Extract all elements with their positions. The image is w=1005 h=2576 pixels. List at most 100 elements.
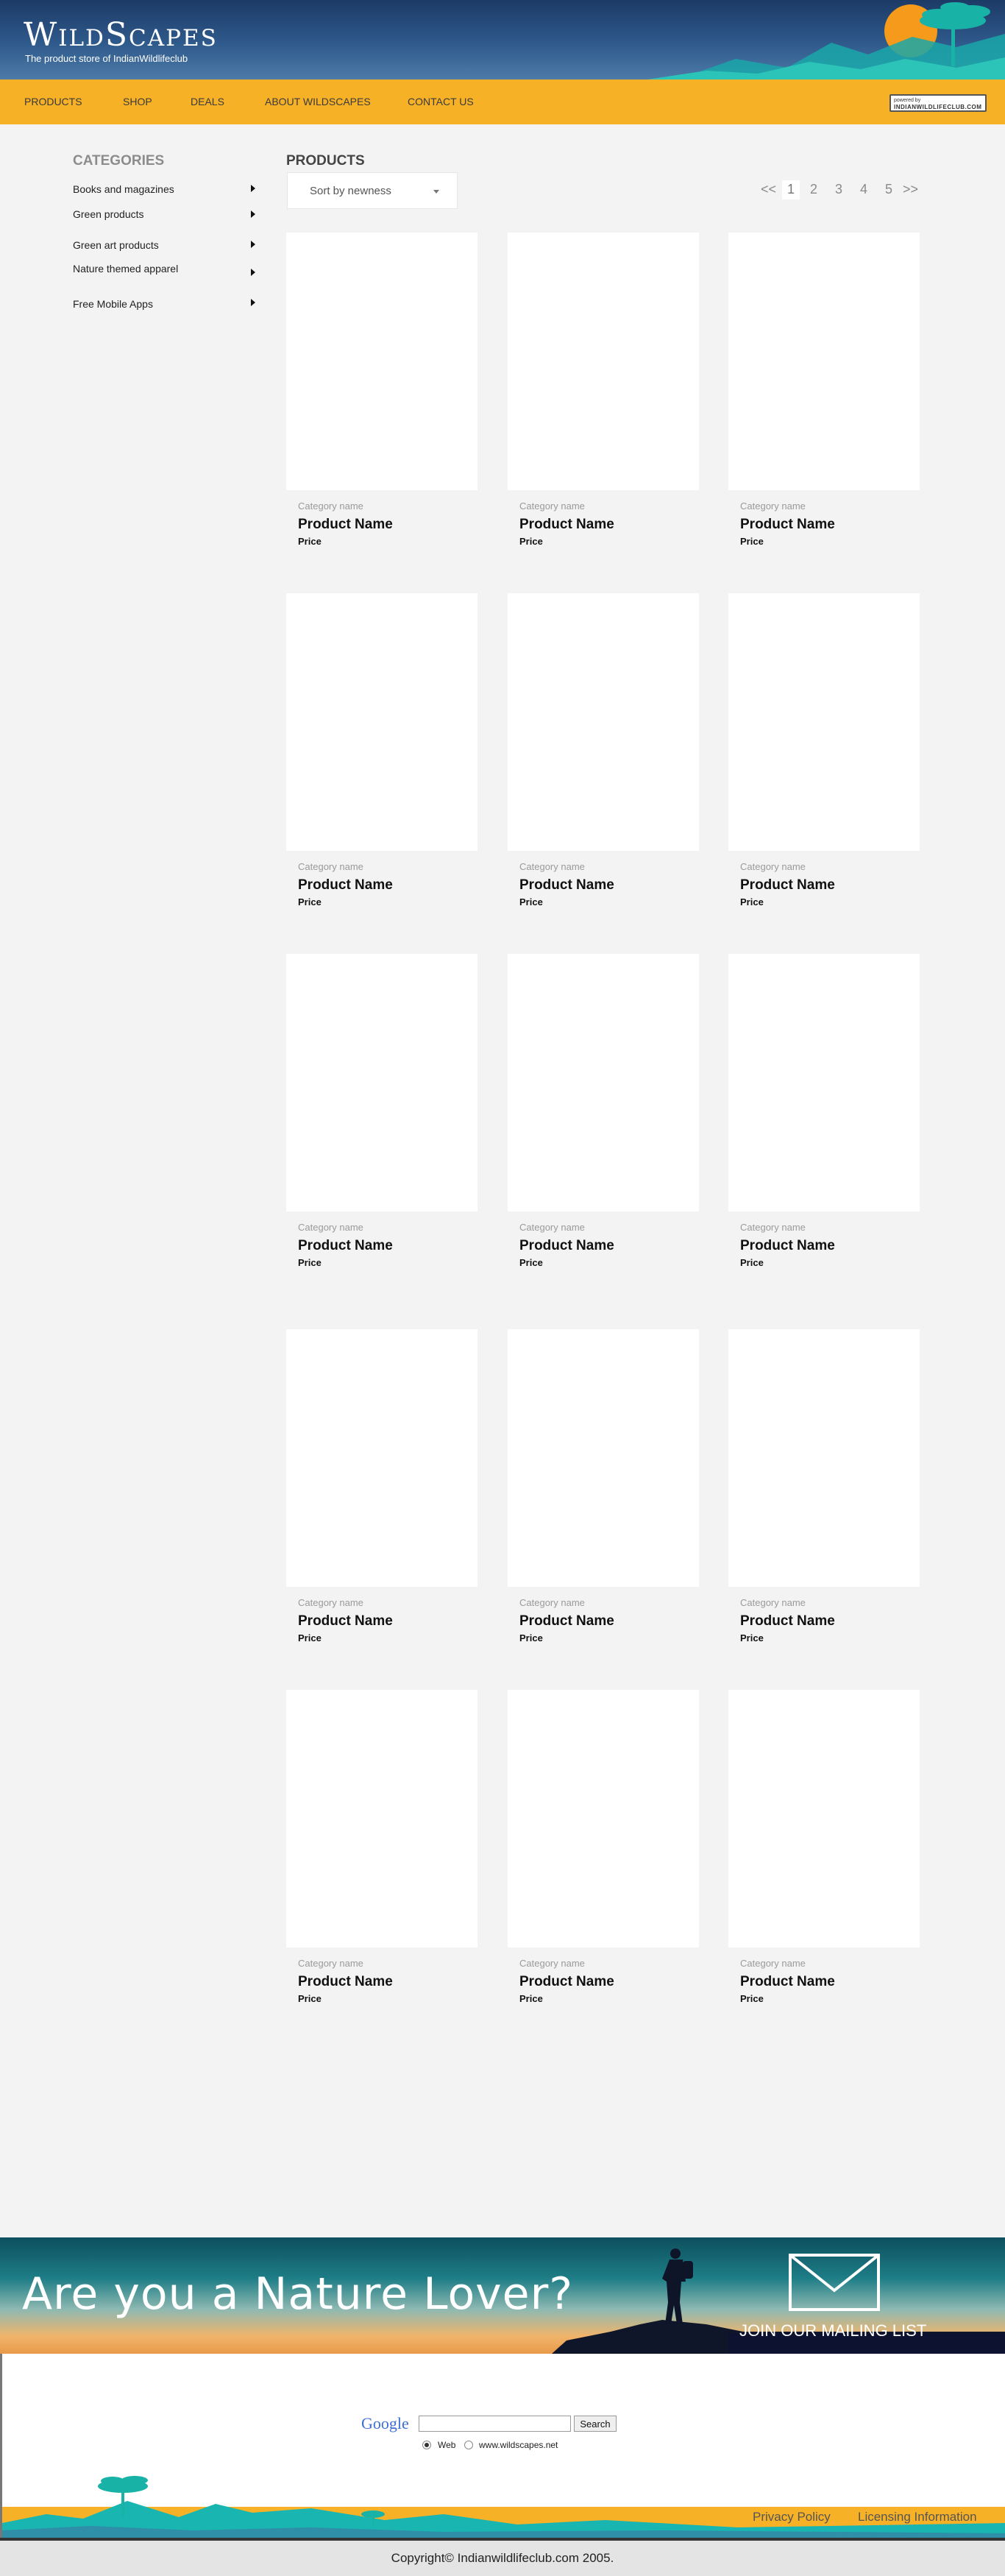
nav-about[interactable]: About Wildscapes (265, 96, 371, 107)
radio-web[interactable] (422, 2441, 431, 2449)
powered-by-badge[interactable]: powered by INDIANWILDLIFECLUB.COM (889, 94, 987, 112)
footer-landscape-art (2, 2476, 1005, 2538)
product-price: Price (298, 1632, 322, 1643)
product-name[interactable]: Product Name (519, 1238, 614, 1254)
product-price: Price (740, 1257, 764, 1268)
product-category: Category name (519, 861, 585, 872)
product-category: Category name (740, 1222, 806, 1233)
product-image[interactable] (286, 954, 477, 1211)
product-name[interactable]: Product Name (519, 1613, 614, 1630)
product-price: Price (298, 1993, 322, 2004)
pagination-page-4[interactable]: 4 (860, 182, 867, 197)
pagination-page-5[interactable]: 5 (885, 182, 892, 197)
product-category: Category name (740, 500, 806, 512)
product-image[interactable] (286, 593, 477, 851)
product-name[interactable]: Product Name (298, 517, 393, 533)
pagination-next[interactable]: >> (903, 182, 918, 197)
product-image[interactable] (286, 1690, 477, 1947)
product-name[interactable]: Product Name (519, 877, 614, 894)
pagination-page-1[interactable]: 1 (782, 180, 800, 199)
product-price: Price (519, 896, 543, 907)
product-category: Category name (740, 1958, 806, 1969)
product-name[interactable]: Product Name (740, 1974, 835, 1990)
product-image[interactable] (728, 1690, 920, 1947)
product-name[interactable]: Product Name (740, 517, 835, 533)
product-image[interactable] (286, 1329, 477, 1587)
product-category: Category name (519, 1222, 585, 1233)
product-price: Price (740, 896, 764, 907)
pagination-page-3[interactable]: 3 (835, 182, 842, 197)
google-search-button[interactable]: Search (574, 2416, 617, 2432)
product-category: Category name (740, 861, 806, 872)
product-price: Price (519, 536, 543, 547)
logo-title[interactable]: WildScapes (24, 16, 218, 54)
hiker-silhouette-icon (662, 2248, 693, 2324)
licensing-link[interactable]: Licensing Information (858, 2510, 977, 2524)
chevron-right-icon[interactable] (251, 269, 255, 276)
product-image[interactable] (728, 593, 920, 851)
nav-contact[interactable]: Contact us (408, 96, 474, 107)
product-price: Price (298, 536, 322, 547)
logo-tagline: The product store of IndianWildlifeclub (25, 53, 188, 64)
radio-web-label: Web (438, 2440, 456, 2450)
chevron-right-icon[interactable] (251, 241, 255, 248)
product-price: Price (298, 896, 322, 907)
product-name[interactable]: Product Name (740, 1238, 835, 1254)
product-name[interactable]: Product Name (740, 1613, 835, 1630)
nav-shop[interactable]: Shop (123, 96, 152, 107)
product-image[interactable] (728, 233, 920, 490)
product-price: Price (740, 1993, 764, 2004)
nav-products[interactable]: Products (24, 96, 82, 107)
product-name[interactable]: Product Name (298, 1238, 393, 1254)
product-image[interactable] (508, 233, 699, 490)
product-name[interactable]: Product Name (519, 1974, 614, 1990)
product-image[interactable] (508, 954, 699, 1211)
category-green-art[interactable]: Green art products (73, 239, 257, 251)
google-search-input[interactable] (419, 2416, 571, 2432)
product-category: Category name (298, 1597, 363, 1608)
category-apparel[interactable]: Nature themed apparel (73, 263, 257, 275)
product-name[interactable]: Product Name (298, 1974, 393, 1990)
mailing-list-banner[interactable]: Are you a Nature Lover? JOIN OUR MAILING… (0, 2237, 1005, 2354)
pagination-page-2[interactable]: 2 (810, 182, 817, 197)
product-name[interactable]: Product Name (298, 877, 393, 894)
product-category: Category name (298, 500, 363, 512)
product-price: Price (740, 1632, 764, 1643)
product-category: Category name (298, 861, 363, 872)
chevron-right-icon[interactable] (251, 210, 255, 218)
pagination-prev[interactable]: << (761, 182, 776, 197)
chevron-right-icon[interactable] (251, 185, 255, 192)
product-name[interactable]: Product Name (519, 517, 614, 533)
powered-by-name: INDIANWILDLIFECLUB.COM (894, 104, 982, 110)
copyright-text: Copyright© Indianwildlifeclub.com 2005. (391, 2551, 614, 2565)
product-price: Price (298, 1257, 322, 1268)
nav-deals[interactable]: Deals (191, 96, 224, 107)
privacy-policy-link[interactable]: Privacy Policy (753, 2510, 831, 2524)
main-nav: Products Shop Deals About Wildscapes Con… (0, 79, 1005, 124)
site-header: WildScapes The product store of IndianWi… (0, 0, 1005, 79)
categories-heading: CATEGORIES (73, 153, 165, 169)
site-footer: Google Search Web www.wildscapes.net Pri… (0, 2354, 1005, 2550)
category-mobile-apps[interactable]: Free Mobile Apps (73, 298, 257, 310)
products-heading: PRODUCTS (286, 153, 365, 169)
copyright-bar: Copyright© Indianwildlifeclub.com 2005. (0, 2541, 1005, 2576)
product-image[interactable] (508, 1690, 699, 1947)
radio-site-label: www.wildscapes.net (479, 2440, 558, 2450)
join-mailing-list-link[interactable]: JOIN OUR MAILING LIST (739, 2321, 926, 2340)
chevron-right-icon[interactable] (251, 299, 255, 306)
product-name[interactable]: Product Name (740, 877, 835, 894)
category-books[interactable]: Books and magazines (73, 183, 257, 195)
product-image[interactable] (728, 1329, 920, 1587)
radio-site[interactable] (464, 2441, 473, 2449)
category-green-products[interactable]: Green products (73, 208, 257, 220)
product-image[interactable] (508, 1329, 699, 1587)
product-price: Price (519, 1632, 543, 1643)
product-image[interactable] (728, 954, 920, 1211)
product-category: Category name (740, 1597, 806, 1608)
sort-select-value: Sort by newness (310, 185, 391, 197)
product-image[interactable] (286, 233, 477, 490)
product-image[interactable] (508, 593, 699, 851)
product-name[interactable]: Product Name (298, 1613, 393, 1630)
sort-select[interactable]: Sort by newness (287, 172, 458, 209)
product-category: Category name (519, 1958, 585, 1969)
